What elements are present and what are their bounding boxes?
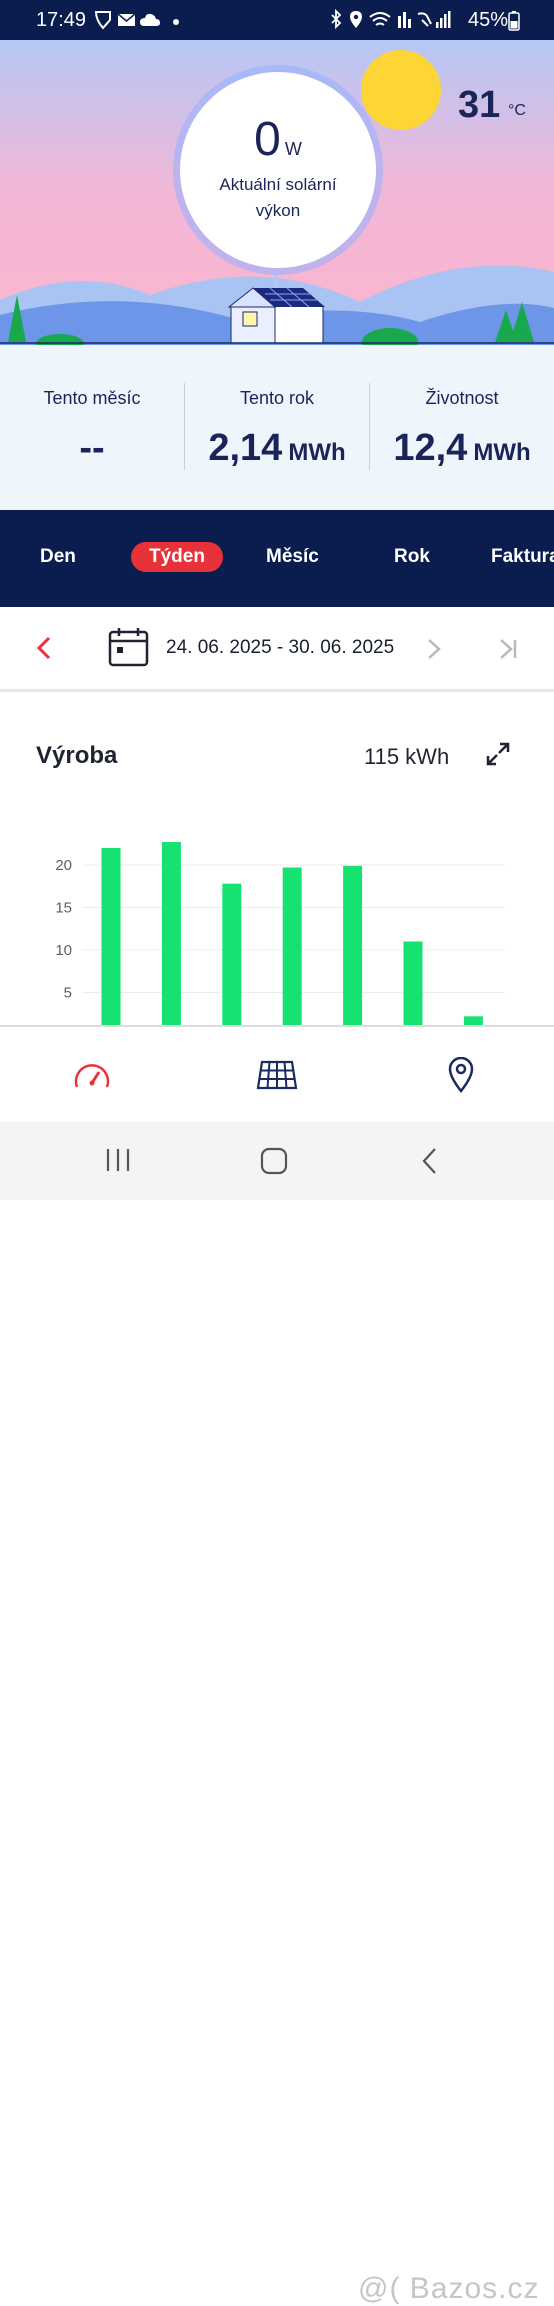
period-tabs: Den Týden Měsíc Rok Faktura (0, 510, 554, 607)
skip-to-end-icon[interactable] (497, 637, 519, 661)
bar-3[interactable] (222, 883, 242, 1025)
speedometer-icon[interactable] (72, 1059, 112, 1091)
current-power-unit: W (284, 139, 302, 159)
production-bar-chart: 5 10 15 20 (55, 842, 505, 1026)
tab-day[interactable]: Den (40, 546, 76, 568)
stat-label: Tento měsíc (43, 388, 141, 408)
current-power-circle: 0W Aktuální solární výkon (180, 72, 376, 268)
location-pin-icon[interactable] (448, 1057, 474, 1093)
energy-stats: Tento měsíc -- Tento rok 2,14 MWh Životno… (0, 345, 554, 510)
stat-value: 12,4 MWh (370, 427, 554, 470)
bar-4[interactable] (282, 867, 302, 1025)
tab-week[interactable]: Týden (131, 542, 223, 572)
current-power-value: 0 (254, 113, 281, 166)
notification-icons (94, 11, 179, 30)
stat-number: 2,14 (208, 427, 283, 469)
battery-percent: 45% (467, 9, 508, 31)
tab-year[interactable]: Rok (394, 546, 430, 568)
bottom-navigation (0, 1025, 554, 1124)
battery-icon (508, 11, 520, 31)
system-icons (331, 8, 451, 30)
stat-this-month: Tento měsíc -- (0, 345, 184, 510)
bar-5[interactable] (343, 865, 363, 1025)
stat-this-year: Tento rok 2,14 MWh (185, 345, 369, 510)
bar-1[interactable] (101, 848, 121, 1025)
chart-title: Výroba (36, 742, 118, 769)
calendar-icon[interactable] (108, 626, 150, 668)
home-icon[interactable] (259, 1146, 289, 1176)
y-tick-label: 20 (55, 857, 72, 874)
stat-label: Životnost (425, 388, 499, 408)
y-tick-label: 10 (55, 942, 72, 959)
back-icon[interactable] (420, 1146, 440, 1176)
current-power: 0W (180, 112, 376, 167)
hero-panel: 31 °C 0W Aktuální solární výkon (0, 40, 554, 345)
temperature-value: 31 (458, 84, 501, 126)
y-tick-label: 5 (64, 985, 72, 1002)
y-tick-label: 15 (55, 900, 72, 917)
watermark: @( Bazos.cz (358, 2272, 540, 2305)
chevron-right-icon[interactable] (425, 637, 443, 661)
chart-total: 115 kWh (364, 744, 450, 769)
solar-panel-icon[interactable] (256, 1059, 298, 1091)
status-bar: 17:49 45% (0, 0, 554, 40)
house-icon (227, 287, 325, 344)
bar-2[interactable] (161, 842, 181, 1025)
tab-month[interactable]: Měsíc (266, 546, 319, 568)
stat-number: -- (79, 427, 105, 469)
stat-label: Tento rok (239, 388, 315, 408)
temperature-unit: °C (508, 102, 526, 119)
chevron-left-icon[interactable] (34, 635, 54, 661)
current-power-label: Aktuální solární výkon (219, 175, 337, 220)
expand-icon[interactable] (484, 740, 512, 768)
stat-value: 2,14 MWh (185, 427, 369, 470)
system-navigation-bar: @( Bazos.cz (0, 1122, 554, 2305)
stat-number: 12,4 (393, 427, 468, 469)
stat-unit: MWh (288, 439, 346, 466)
stat-value: -- (0, 427, 184, 470)
recent-apps-icon[interactable] (104, 1146, 132, 1174)
stat-lifetime: Životnost 12,4 MWh (370, 345, 554, 510)
tab-invoice[interactable]: Faktura (491, 546, 554, 568)
bar-7[interactable] (463, 1016, 483, 1025)
date-range-text[interactable]: 24. 06. 2025 - 30. 06. 2025 (166, 637, 394, 659)
status-time: 17:49 (36, 9, 87, 31)
date-range-bar: 24. 06. 2025 - 30. 06. 2025 (0, 607, 554, 692)
stat-unit: MWh (473, 439, 531, 466)
bar-6[interactable] (403, 941, 423, 1026)
